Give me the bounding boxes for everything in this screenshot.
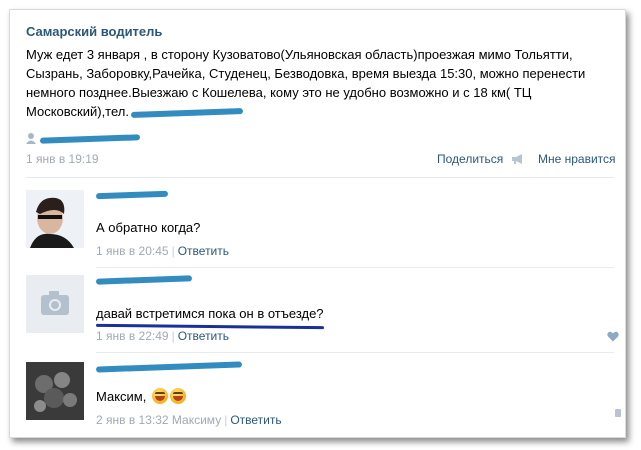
comment-date[interactable]: 1 янв в 22:49 [96, 329, 169, 343]
comment-text: А обратно когда? [96, 220, 201, 235]
comment-text-value: Максим, [96, 389, 147, 404]
divider [26, 177, 614, 178]
avatar[interactable] [26, 275, 84, 333]
post-body: Муж едет 3 января , в сторону Кузоватово… [26, 47, 586, 119]
divider [96, 267, 614, 268]
like-marker-icon[interactable] [615, 409, 621, 417]
post-card: Самарский водитель Муж едет 3 января , в… [9, 9, 626, 438]
share-label: Поделиться [437, 152, 504, 166]
separator: | [171, 244, 175, 258]
comment-date[interactable]: 1 янв в 20:45 [96, 244, 169, 258]
laughing-emoji-icon [151, 388, 168, 404]
post-text: Муж едет 3 января , в сторону Кузоватово… [26, 45, 611, 121]
reply-link[interactable]: Ответить [230, 413, 281, 427]
comment-text: Максим, [96, 388, 186, 404]
reply-link[interactable]: Ответить [178, 329, 229, 343]
comment-meta: 1 янв в 20:45 | Ответить [96, 244, 229, 258]
user-icon [26, 133, 36, 144]
avatar[interactable] [26, 190, 84, 248]
heart-icon[interactable] [607, 331, 619, 342]
comment-item: давай встретимся пока он в отъезде? 1 ян… [26, 275, 616, 347]
divider [96, 352, 614, 353]
comment-text: давай встретимся пока он в отъезде? [96, 306, 324, 321]
like-button[interactable]: Мне нравится [538, 152, 616, 166]
post-author[interactable]: Самарский водитель [26, 24, 162, 39]
share-button[interactable]: Поделиться [437, 152, 525, 166]
comment-item: Максим, 2 янв в 13:32 Максиму | Ответить [26, 361, 616, 427]
redacted-name-scribble [95, 275, 193, 285]
post-date[interactable]: 1 янв в 19:19 [26, 152, 99, 166]
separator: | [224, 413, 228, 427]
comment-meta: 2 янв в 13:32 Максиму | Ответить [96, 413, 282, 427]
redacted-name-scribble [39, 134, 141, 144]
reply-link[interactable]: Ответить [178, 244, 229, 258]
comment-item: А обратно когда? 1 янв в 20:45 | Ответить [26, 190, 616, 262]
redacted-phone-scribble [130, 107, 244, 118]
megaphone-icon [511, 154, 522, 164]
avatar[interactable] [26, 362, 84, 420]
redacted-name-scribble [95, 361, 243, 373]
laughing-emoji-icon [169, 388, 186, 404]
separator: | [171, 329, 175, 343]
redacted-name-scribble [95, 190, 169, 200]
comment-meta: 1 янв в 22:49 | Ответить [96, 329, 229, 343]
comment-date[interactable]: 2 янв в 13:32 Максиму [96, 413, 221, 427]
